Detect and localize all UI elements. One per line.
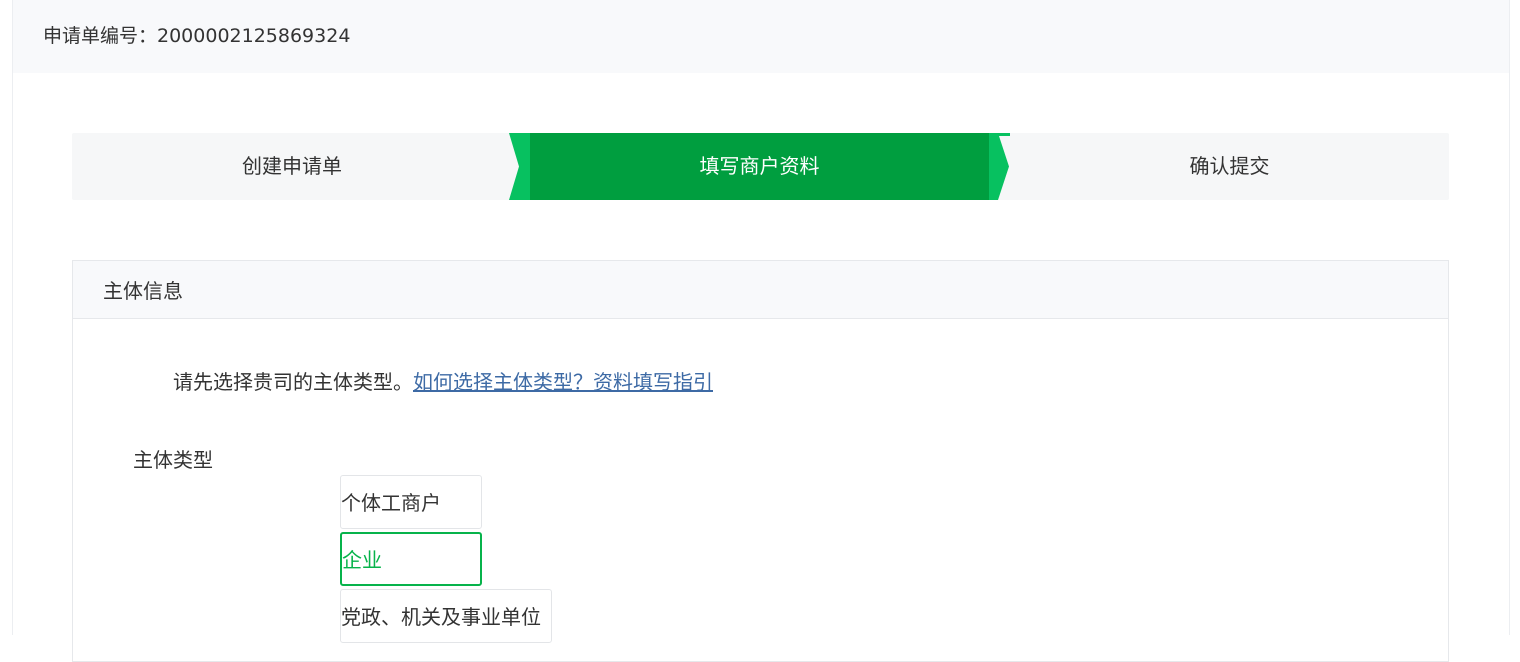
entity-type-label: 主体类型: [133, 448, 213, 472]
section-header: 主体信息: [73, 261, 1448, 319]
application-header: 申请单编号：2000002125869324: [13, 0, 1509, 73]
step-fill-merchant-info: 填写商户资料: [530, 133, 989, 200]
section-title: 主体信息: [103, 279, 183, 303]
entity-option-individual-business[interactable]: 个体工商户: [340, 475, 482, 529]
progress-steps: 创建申请单 填写商户资料 确认提交: [72, 133, 1449, 200]
entity-info-section: 主体信息 请先选择贵司的主体类型。如何选择主体类型？资料填写指引 主体类型 个体…: [72, 260, 1449, 662]
step-confirm-submit: 确认提交: [1189, 154, 1270, 178]
entity-type-guide-link[interactable]: 如何选择主体类型？资料填写指引: [413, 370, 713, 394]
hint-text: 请先选择贵司的主体类型。: [173, 370, 413, 394]
step-arrow-2-icon: [989, 133, 1010, 200]
entity-option-enterprise[interactable]: 企业: [340, 532, 482, 586]
application-number: 申请单编号：2000002125869324: [43, 25, 351, 47]
step-create-application: 创建申请单: [242, 154, 342, 178]
entity-type-hint: 请先选择贵司的主体类型。如何选择主体类型？资料填写指引: [173, 368, 713, 396]
page-container: 申请单编号：2000002125869324 创建申请单 填写商户资料 确认提交…: [12, 0, 1510, 662]
step-arrow-1-icon: [509, 133, 530, 200]
